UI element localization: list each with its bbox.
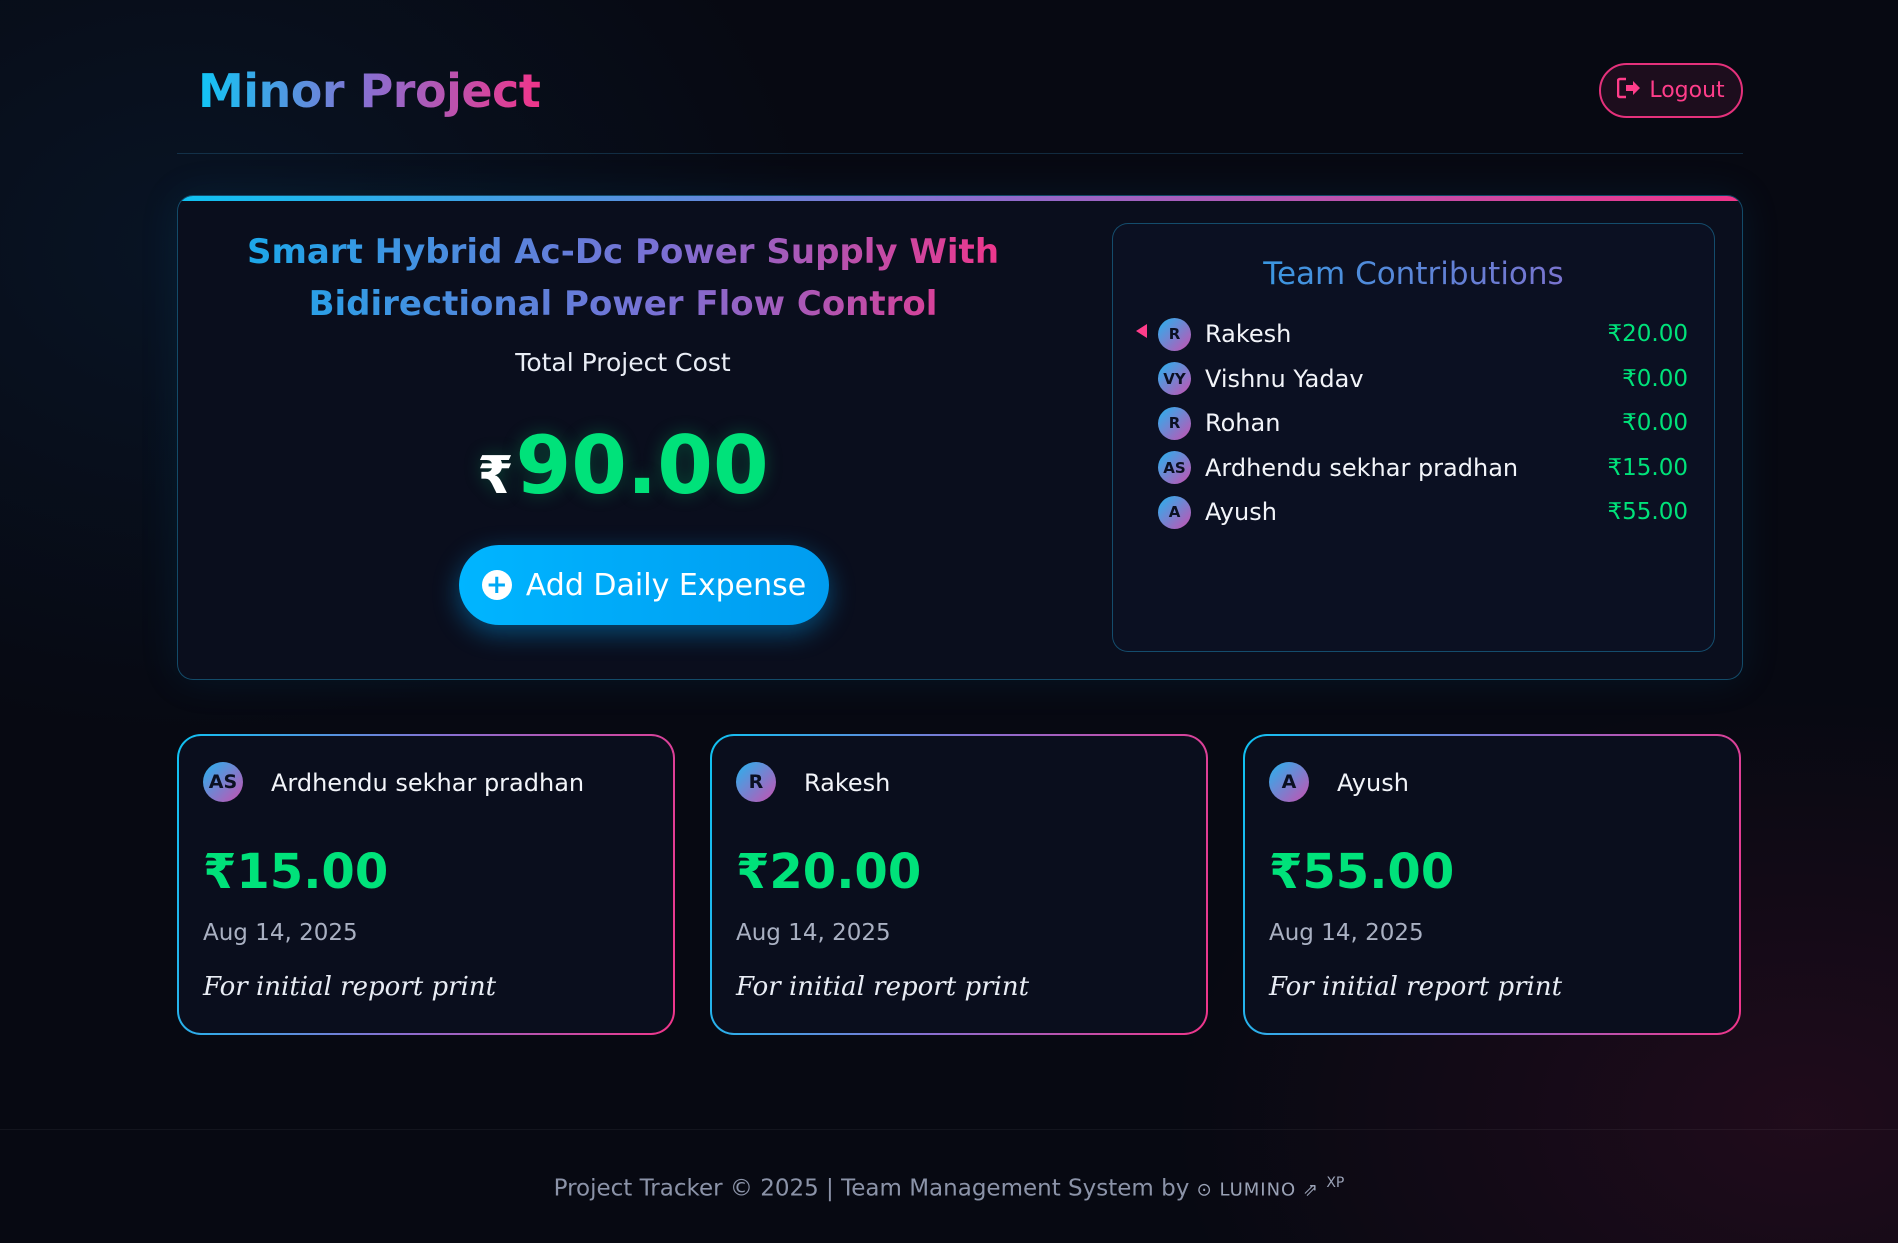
total-cost-value: ₹90.00 [238, 421, 1008, 521]
expense-note: For initial report print [203, 972, 497, 1002]
add-daily-expense-button[interactable]: + Add Daily Expense [459, 545, 829, 625]
footer-brand-mark: XP [1326, 1175, 1345, 1191]
avatar: A [1269, 762, 1309, 802]
app-brand: Minor Project [198, 64, 541, 118]
member-name: Ardhendu sekhar pradhan [1205, 453, 1519, 482]
avatar: AS [1158, 451, 1191, 485]
logout-label: Logout [1649, 78, 1725, 103]
avatar: VY [1158, 362, 1191, 396]
avatar: AS [203, 762, 243, 802]
avatar: R [736, 762, 776, 802]
member-amount: ₹20.00 [1607, 321, 1688, 348]
logout-button[interactable]: Logout [1599, 63, 1743, 118]
expense-note: For initial report print [736, 972, 1030, 1002]
team-contributions-panel: Team Contributions R Rakesh ₹20.00 VY Vi… [1112, 223, 1715, 652]
expense-date: Aug 14, 2025 [203, 920, 358, 946]
contribution-row: A Ayush ₹55.00 [1141, 490, 1688, 535]
project-summary-card: Smart Hybrid Ac-Dc Power Supply With Bid… [177, 195, 1743, 680]
avatar: A [1158, 495, 1191, 529]
expense-note: For initial report print [1269, 972, 1563, 1002]
expense-card[interactable]: A Ayush ₹55.00 Aug 14, 2025 For initial … [1243, 734, 1741, 1035]
plus-circle-icon: + [481, 570, 512, 600]
member-name: Ayush [1205, 498, 1277, 527]
expense-amount: ₹15.00 [203, 844, 389, 900]
total-cost-label: Total Project Cost [515, 348, 731, 377]
expense-member-name: Rakesh [804, 769, 891, 797]
caret-left-icon [1136, 324, 1147, 338]
team-contributions-title: Team Contributions [1113, 256, 1714, 292]
page-footer: Project Tracker © 2025 | Team Management… [0, 1129, 1898, 1243]
expense-date: Aug 14, 2025 [736, 920, 891, 946]
expense-card-body: AS Ardhendu sekhar pradhan ₹15.00 Aug 14… [179, 736, 673, 1033]
expense-member-name: Ardhendu sekhar pradhan [271, 769, 585, 797]
sign-out-icon [1617, 77, 1641, 105]
expense-card-body: A Ayush ₹55.00 Aug 14, 2025 For initial … [1245, 736, 1739, 1033]
member-name: Vishnu Yadav [1205, 364, 1364, 393]
currency-symbol: ₹ [477, 446, 514, 506]
expense-card-body: R Rakesh ₹20.00 Aug 14, 2025 For initial… [712, 736, 1206, 1033]
member-amount: ₹55.00 [1607, 499, 1688, 526]
member-amount: ₹15.00 [1607, 454, 1688, 481]
member-amount: ₹0.00 [1622, 410, 1688, 437]
footer-text: Project Tracker © 2025 | Team Management… [0, 1175, 1898, 1202]
footer-copyright: Project Tracker © 2025 | Team Management… [553, 1175, 1190, 1202]
footer-brand-link[interactable]: ⊙ LUMINO ⇗ [1197, 1180, 1319, 1201]
project-title: Smart Hybrid Ac-Dc Power Supply With Bid… [238, 226, 1008, 330]
avatar: R [1158, 317, 1191, 351]
contributions-list: R Rakesh ₹20.00 VY Vishnu Yadav ₹0.00 R … [1136, 312, 1688, 535]
app-header: Minor Project Logout [177, 44, 1743, 154]
contribution-row: AS Ardhendu sekhar pradhan ₹15.00 [1141, 446, 1688, 491]
expense-member-name: Ayush [1337, 769, 1409, 797]
expense-amount: ₹20.00 [736, 844, 922, 900]
member-name: Rakesh [1205, 320, 1292, 349]
expense-amount: ₹55.00 [1269, 844, 1455, 900]
member-name: Rohan [1205, 409, 1281, 438]
contribution-row: R Rakesh ₹20.00 [1136, 312, 1688, 357]
add-expense-label: Add Daily Expense [525, 567, 807, 603]
total-cost-amount: 90.00 [515, 419, 769, 512]
contribution-row: VY Vishnu Yadav ₹0.00 [1141, 357, 1688, 402]
expense-card[interactable]: AS Ardhendu sekhar pradhan ₹15.00 Aug 14… [177, 734, 675, 1035]
member-amount: ₹0.00 [1622, 365, 1688, 392]
contribution-row: R Rohan ₹0.00 [1141, 401, 1688, 446]
expense-card[interactable]: R Rakesh ₹20.00 Aug 14, 2025 For initial… [710, 734, 1208, 1035]
avatar: R [1158, 406, 1191, 440]
expense-date: Aug 14, 2025 [1269, 920, 1424, 946]
